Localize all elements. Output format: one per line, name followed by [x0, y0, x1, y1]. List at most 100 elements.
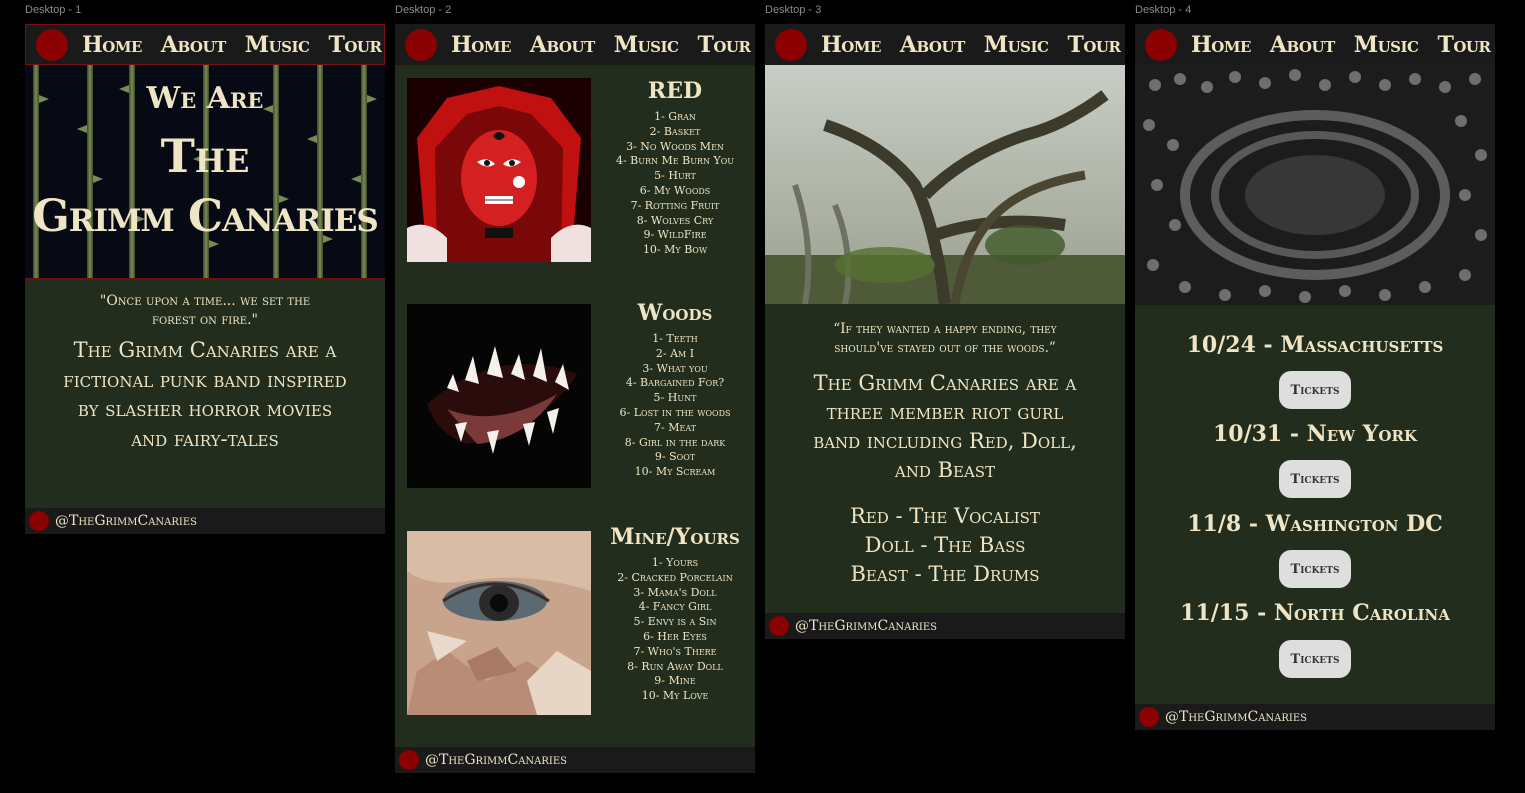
hero-line-2: The: [160, 129, 250, 183]
music-frame: Home About Music Tour RED 1- Gran 2- Bas…: [395, 24, 755, 773]
about-intro: The Grimm Canaries are a three member ri…: [813, 371, 1077, 482]
nav-tour[interactable]: Tour: [1067, 32, 1120, 58]
track-item[interactable]: 2- Basket: [605, 125, 745, 140]
track-item[interactable]: 9- WildFire: [605, 228, 745, 243]
track-item[interactable]: 4- Burn Me Burn You: [605, 154, 745, 169]
track-item[interactable]: 8- Girl in the dark: [605, 436, 745, 451]
track-item[interactable]: 10- My Scream: [605, 465, 745, 480]
track-item[interactable]: 6- Her Eyes: [605, 630, 745, 645]
tickets-button[interactable]: Tickets: [1279, 460, 1351, 498]
album-title: Mine/Yours: [610, 524, 740, 550]
social-handle[interactable]: @TheGrimmCanaries: [425, 752, 567, 768]
track-item[interactable]: 7- Who's There: [605, 645, 745, 660]
nav-music[interactable]: Music: [1354, 32, 1419, 58]
forest-image: [765, 65, 1125, 304]
nav-about[interactable]: About: [1270, 32, 1335, 58]
nav-music[interactable]: Music: [614, 32, 679, 58]
track-item[interactable]: 3- What you: [605, 362, 745, 377]
crowd-image: [1135, 65, 1495, 305]
track-item[interactable]: 6- Lost in the woods: [605, 406, 745, 421]
social-handle[interactable]: @TheGrimmCanaries: [795, 618, 937, 634]
member-doll: Doll - The Bass: [864, 533, 1026, 557]
nav-about[interactable]: About: [530, 32, 595, 58]
album-cover-red[interactable]: [407, 78, 591, 262]
track-item[interactable]: 5- Envy is a Sin: [605, 615, 745, 630]
footer: @TheGrimmCanaries: [395, 747, 755, 773]
track-item[interactable]: 1- Gran: [605, 110, 745, 125]
track-item[interactable]: 5- Hurt: [605, 169, 745, 184]
footer-logo: [29, 511, 49, 531]
track-item[interactable]: 8- Wolves Cry: [605, 214, 745, 229]
band-logo[interactable]: [36, 28, 68, 61]
album-cover-mine-yours[interactable]: [407, 531, 591, 715]
nav-home[interactable]: Home: [1191, 32, 1251, 58]
band-logo[interactable]: [775, 28, 807, 61]
footer: @TheGrimmCanaries: [765, 613, 1125, 639]
track-item[interactable]: 9- Mine: [605, 674, 745, 689]
band-logo[interactable]: [1145, 28, 1177, 61]
nav-about[interactable]: About: [161, 32, 226, 58]
track-item[interactable]: 9- Soot: [605, 450, 745, 465]
footer: @TheGrimmCanaries: [1135, 704, 1495, 730]
track-item[interactable]: 1- Teeth: [605, 332, 745, 347]
nav-home[interactable]: Home: [82, 32, 142, 58]
tickets-button[interactable]: Tickets: [1279, 550, 1351, 588]
tour-date-1: 10/24 - Massachusetts: [1186, 332, 1444, 358]
member-beast: Beast - The Drums: [850, 562, 1040, 586]
track-item[interactable]: 8- Run Away Doll: [605, 660, 745, 675]
nav-bar: Home About Music Tour: [765, 24, 1125, 65]
hero-line-3: Grimm Canaries: [32, 191, 379, 242]
tour-date-3: 11/8 - Washington DC: [1187, 511, 1443, 537]
about-frame: Home About Music Tour “If they wanted a …: [765, 24, 1125, 639]
track-item[interactable]: 2- Cracked Porcelain: [605, 571, 745, 586]
track-item[interactable]: 10- My Love: [605, 689, 745, 704]
footer-logo: [399, 750, 419, 770]
nav-bar: Home About Music Tour: [25, 24, 385, 65]
nav-tour[interactable]: Tour: [1437, 32, 1490, 58]
nav-home[interactable]: Home: [451, 32, 511, 58]
track-item[interactable]: 10- My Bow: [605, 243, 745, 258]
track-item[interactable]: 5- Hunt: [605, 391, 745, 406]
track-item[interactable]: 2- Am I: [605, 347, 745, 362]
nav-home[interactable]: Home: [821, 32, 881, 58]
tour-frame: Home About Music Tour 10/24 - Massachuse…: [1135, 24, 1495, 730]
social-handle[interactable]: @TheGrimmCanaries: [55, 513, 197, 529]
member-red: Red - The Vocalist: [850, 504, 1040, 528]
frame-label-desktop-3: Desktop - 3: [765, 4, 822, 16]
nav-music[interactable]: Music: [245, 32, 310, 58]
frame-label-desktop-4: Desktop - 4: [1135, 4, 1192, 16]
album-woods-tracklist: Woods 1- Teeth 2- Am I 3- What you 4- Ba…: [605, 300, 745, 480]
track-item[interactable]: 6- My Woods: [605, 184, 745, 199]
track-item[interactable]: 4- Bargained For?: [605, 376, 745, 391]
nav-about[interactable]: About: [900, 32, 965, 58]
album-mine-yours-tracklist: Mine/Yours 1- Yours 2- Cracked Porcelain…: [605, 524, 745, 704]
frame-label-desktop-1: Desktop - 1: [25, 4, 82, 16]
home-quote: "Once upon a time... we set the forest o…: [99, 293, 311, 328]
band-logo[interactable]: [405, 28, 437, 61]
nav-bar: Home About Music Tour: [1135, 24, 1495, 65]
track-item[interactable]: 4- Fancy Girl: [605, 600, 745, 615]
tickets-button[interactable]: Tickets: [1279, 640, 1351, 678]
track-item[interactable]: 7- Meat: [605, 421, 745, 436]
hero-thorns-image: We Are The Grimm Canaries: [25, 65, 385, 280]
nav-tour[interactable]: Tour: [697, 32, 750, 58]
track-item[interactable]: 7- Rotting Fruit: [605, 199, 745, 214]
tickets-button[interactable]: Tickets: [1279, 371, 1351, 409]
home-frame: Home About Music Tour We Are The Grimm C…: [25, 24, 385, 534]
home-intro: The Grimm Canaries are a fictional punk …: [63, 338, 347, 451]
hero-line-1: We Are: [146, 81, 264, 116]
footer-logo: [1139, 707, 1159, 727]
album-title: RED: [647, 78, 703, 104]
track-item[interactable]: 3- No Woods Men: [605, 140, 745, 155]
social-handle[interactable]: @TheGrimmCanaries: [1165, 709, 1307, 725]
nav-tour[interactable]: Tour: [328, 32, 381, 58]
nav-music[interactable]: Music: [984, 32, 1049, 58]
footer: @TheGrimmCanaries: [25, 508, 385, 534]
track-item[interactable]: 3- Mama's Doll: [605, 586, 745, 601]
about-quote: “If they wanted a happy ending, they sho…: [833, 321, 1057, 356]
nav-bar: Home About Music Tour: [395, 24, 755, 65]
track-item[interactable]: 1- Yours: [605, 556, 745, 571]
tour-date-2: 10/31 - New York: [1212, 421, 1418, 447]
album-title: Woods: [637, 300, 713, 326]
album-cover-woods[interactable]: [407, 304, 591, 488]
